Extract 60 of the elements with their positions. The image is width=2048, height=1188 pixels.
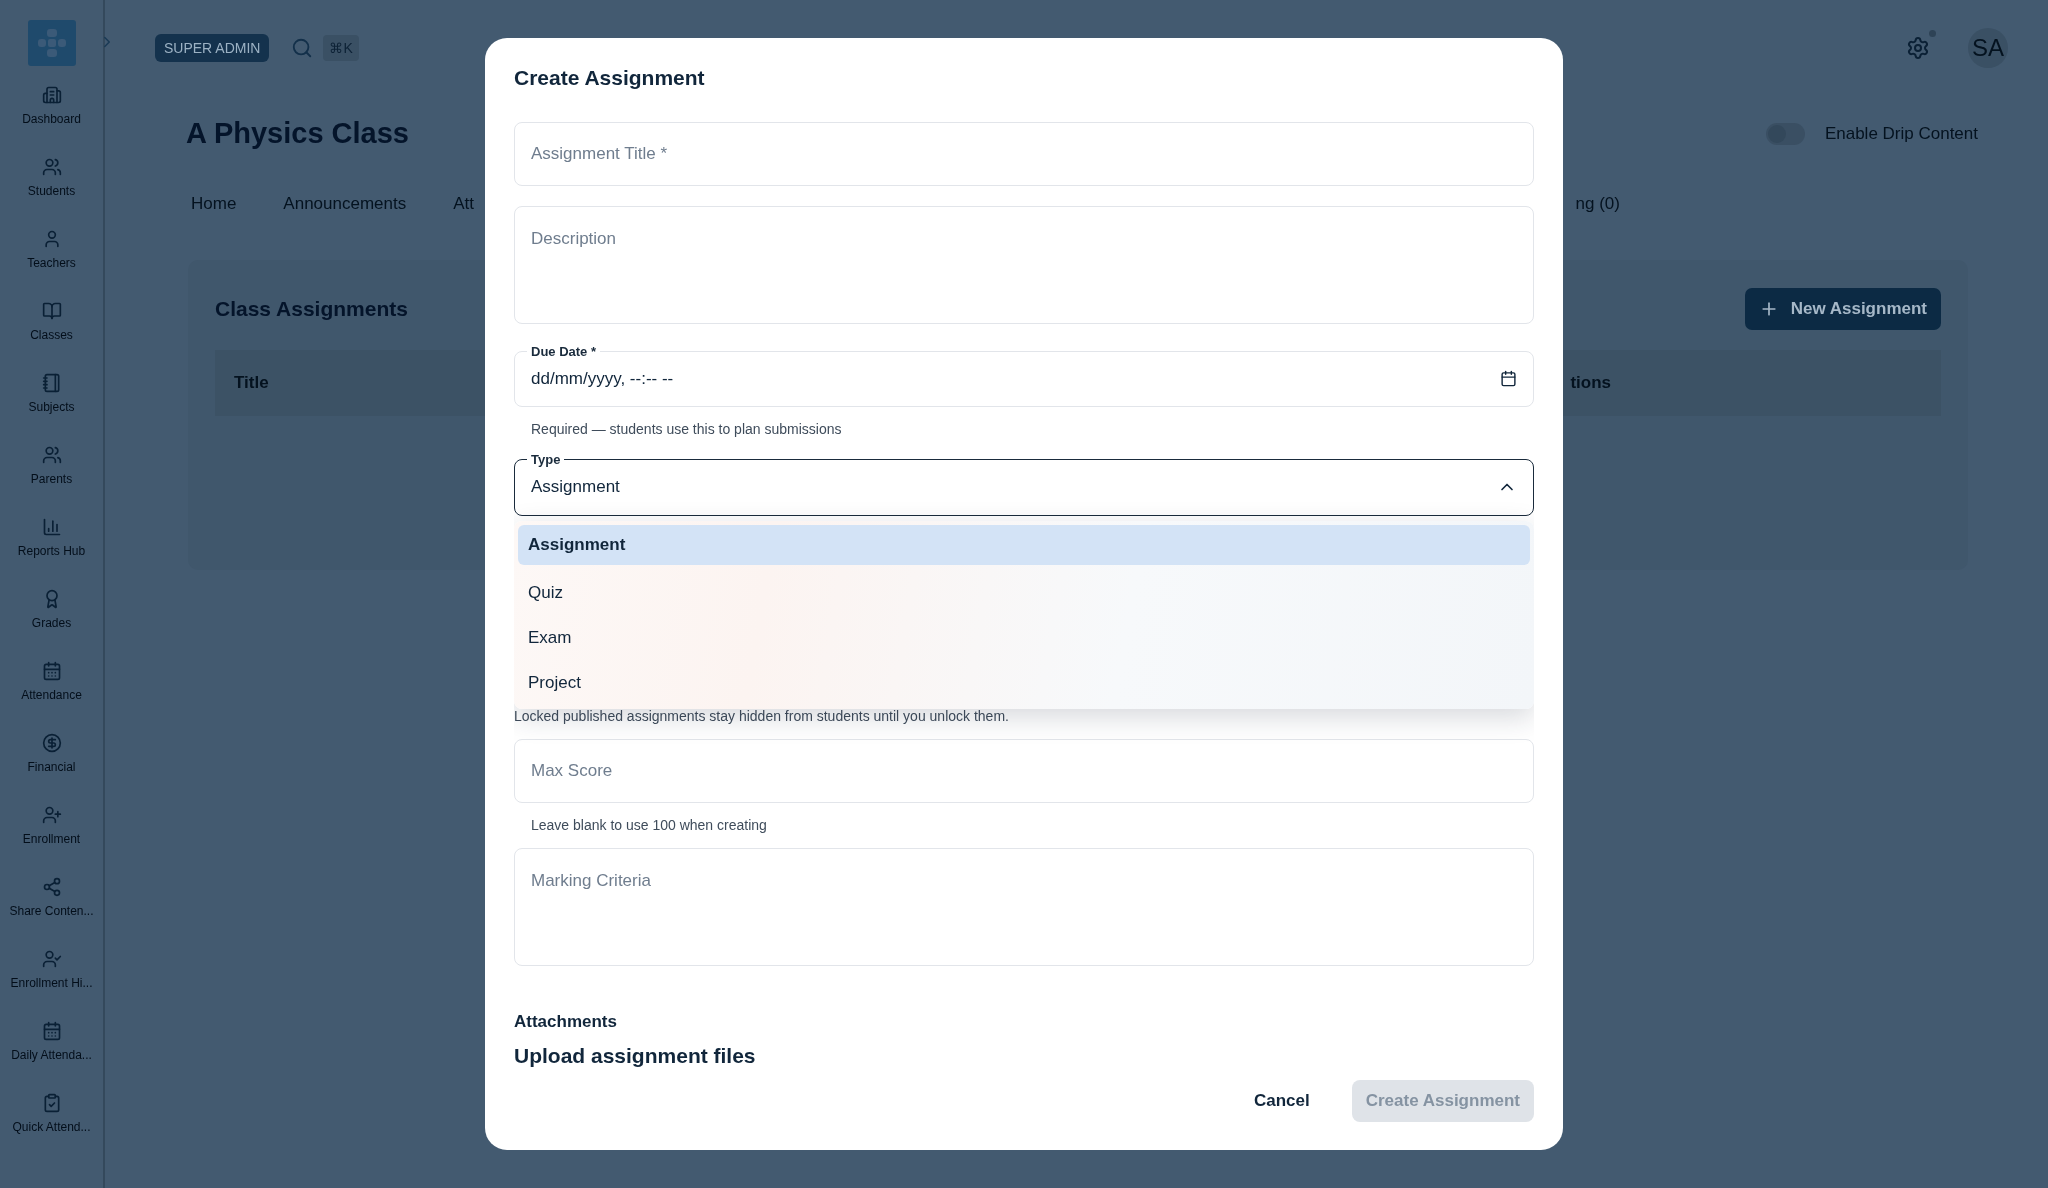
- notebook-icon: [41, 373, 62, 393]
- helper-text: Leave blank to use 100 when creating: [531, 817, 768, 834]
- type-select[interactable]: Type Assignment: [514, 452, 1534, 517]
- sidebar-item[interactable]: Grades: [0, 589, 104, 661]
- sidebar-item[interactable]: Enrollment: [0, 805, 104, 877]
- sidebar-item[interactable]: Classes: [0, 301, 104, 373]
- menu-option[interactable]: Quiz: [518, 570, 1530, 616]
- section-subheading: Upload assignment files: [514, 1044, 757, 1068]
- tab[interactable]: Home: [191, 194, 237, 214]
- date-value: dd/mm/yyyy, --:-- --: [531, 368, 674, 389]
- sidebar-item[interactable]: Daily Attenda...: [0, 1021, 104, 1093]
- sidebar-item[interactable]: Parents: [0, 445, 104, 517]
- text-area[interactable]: Description: [514, 205, 1534, 324]
- calendar-icon: [41, 661, 62, 681]
- column-header: tions: [1570, 373, 1611, 393]
- menu-option[interactable]: Exam: [518, 615, 1530, 661]
- field-label: Due Date *: [530, 343, 598, 359]
- new-assignment-button[interactable]: New Assignment: [1744, 288, 1941, 330]
- toggle-label: Enable Drip Content: [1824, 123, 1978, 144]
- person-check-icon: [41, 949, 62, 969]
- sidebar-item[interactable]: Attendance: [0, 661, 104, 733]
- sidebar-item[interactable]: Reports Hub: [0, 517, 104, 589]
- sidebar-item[interactable]: Subjects: [0, 373, 104, 445]
- field-label: Type: [530, 452, 562, 468]
- calendar-icon[interactable]: [1500, 370, 1517, 388]
- sidebar-item[interactable]: Students: [0, 157, 104, 229]
- page-title: A Physics Class: [186, 117, 409, 150]
- menu-option[interactable]: Project: [518, 660, 1530, 706]
- logo-icon[interactable]: [27, 20, 76, 66]
- select-value: Assignment: [531, 477, 620, 498]
- dialog-title: Create Assignment: [514, 66, 706, 90]
- person-plus-icon: [41, 805, 62, 825]
- book-icon: [41, 301, 62, 321]
- sidebar-item[interactable]: Teachers: [0, 229, 104, 301]
- people-icon: [41, 445, 62, 465]
- search-icon[interactable]: [291, 36, 314, 59]
- people-icon: [41, 157, 62, 177]
- tab[interactable]: Announcements: [283, 194, 407, 214]
- column-header: Title: [234, 373, 269, 393]
- tab[interactable]: Att: [453, 194, 475, 214]
- dollar-icon: [41, 733, 62, 753]
- share-icon: [41, 877, 62, 897]
- sidebar-item[interactable]: Share Conten...: [0, 877, 104, 949]
- helper-text: Locked published assignments stay hidden from students until you unlock them.: [514, 708, 1010, 725]
- card-title: Class Assignments: [215, 297, 408, 321]
- menu-option[interactable]: Assignment: [518, 525, 1530, 566]
- role-badge: SUPER ADMIN: [155, 33, 270, 62]
- bar-chart-icon: [41, 517, 62, 537]
- tab[interactable]: ng (0): [1575, 194, 1620, 214]
- sidebar-item[interactable]: Dashboard: [0, 85, 104, 157]
- sidebar-item[interactable]: Financial: [0, 733, 104, 805]
- building-icon: [41, 85, 62, 105]
- calendar-icon: [41, 1021, 62, 1041]
- helper-text: Required — students use this to plan submissions: [531, 421, 843, 438]
- text-area[interactable]: Marking Criteria: [514, 848, 1534, 966]
- avatar[interactable]: SA: [1968, 27, 2008, 68]
- sidebar-item[interactable]: Enrollment Hi...: [0, 949, 104, 1021]
- cancel-button[interactable]: Cancel: [1239, 1080, 1324, 1122]
- section-heading: Attachments: [514, 1012, 618, 1032]
- sidebar-item[interactable]: Quick Attend...: [0, 1093, 104, 1165]
